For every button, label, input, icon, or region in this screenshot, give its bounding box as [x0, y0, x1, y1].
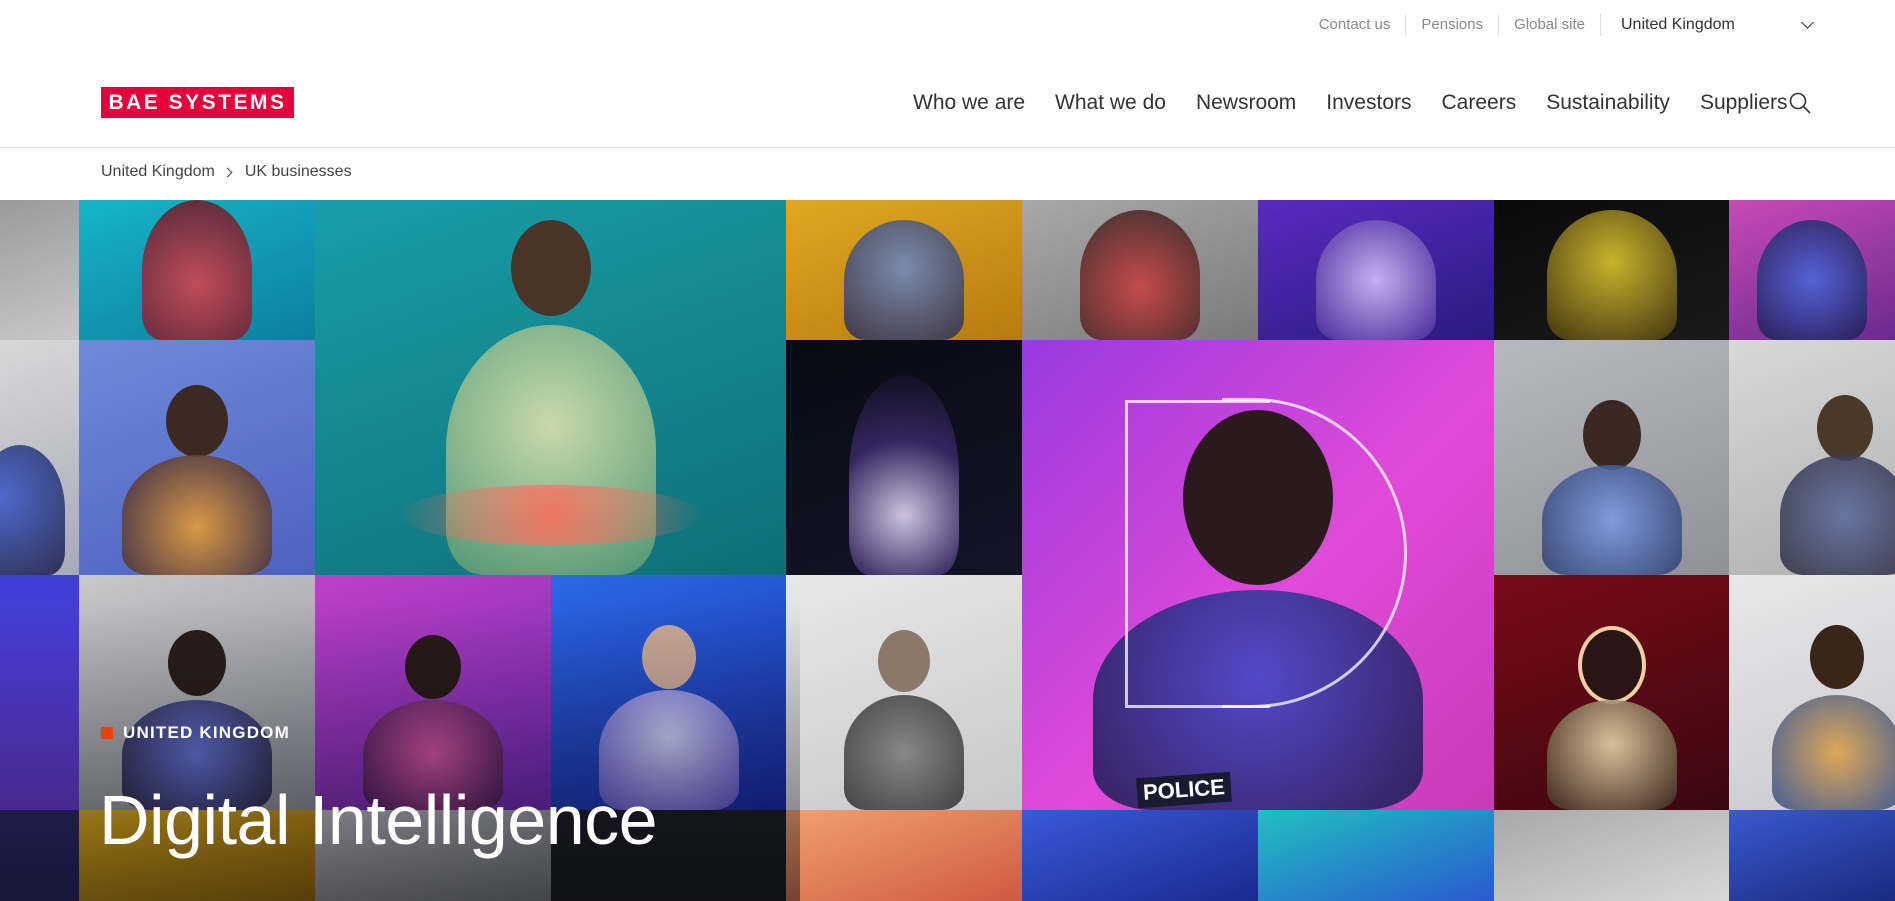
mosaic-tile — [786, 340, 1022, 575]
mosaic-tile — [1494, 575, 1729, 810]
mosaic-tile — [1494, 810, 1729, 901]
mosaic-tile — [79, 340, 315, 575]
chevron-right-icon — [222, 167, 233, 177]
bae-systems-logo[interactable]: BAE SYSTEMS — [101, 87, 294, 118]
mosaic-tile — [0, 575, 79, 810]
nav-item-careers[interactable]: Careers — [1442, 91, 1517, 115]
hero-eyebrow: UNITED KINGDOM — [101, 723, 290, 743]
global-site-link[interactable]: Global site — [1498, 15, 1600, 35]
region-select[interactable]: United Kingdom — [1600, 14, 1815, 36]
mosaic-tile — [315, 575, 551, 810]
mosaic-tile — [1494, 340, 1729, 575]
mosaic-tile — [1729, 200, 1895, 340]
mosaic-tile — [1258, 810, 1494, 901]
breadcrumb-uk-businesses[interactable]: UK businesses — [245, 163, 352, 181]
utility-links: Contact us Pensions Global site — [1304, 15, 1600, 35]
breadcrumb-united-kingdom[interactable]: United Kingdom — [101, 163, 215, 181]
eyebrow-marker-icon — [101, 727, 113, 739]
main-nav: Who we are What we do Newsroom Investors… — [913, 88, 1788, 118]
pensions-link[interactable]: Pensions — [1405, 15, 1498, 35]
mosaic-tile — [786, 200, 1022, 340]
mosaic-tile — [0, 810, 79, 901]
hero-banner: POLICE UNITED KINGDOM Digital Intelligen… — [0, 200, 1895, 901]
mosaic-tile — [1729, 575, 1895, 810]
mosaic-tile — [1494, 200, 1729, 340]
mosaic-tile — [786, 810, 1022, 901]
mosaic-tile — [315, 200, 786, 575]
header-divider — [0, 147, 1895, 148]
nav-item-what-we-do[interactable]: What we do — [1055, 91, 1166, 115]
mosaic-tile — [1729, 810, 1895, 901]
hero-eyebrow-label: UNITED KINGDOM — [123, 723, 290, 742]
search-button[interactable] — [1788, 91, 1812, 115]
mosaic-tile — [1258, 200, 1494, 340]
mosaic-tile: POLICE — [1022, 340, 1494, 810]
region-select-value: United Kingdom — [1621, 16, 1735, 33]
page-title: Digital Intelligence — [99, 781, 658, 859]
breadcrumb: United Kingdom UK businesses — [101, 163, 352, 181]
mosaic-tile — [1729, 340, 1895, 575]
contact-us-link[interactable]: Contact us — [1304, 15, 1406, 35]
mosaic-tile — [79, 200, 315, 340]
mosaic-tile — [79, 575, 315, 810]
mosaic-tile — [786, 575, 1022, 810]
chevron-down-icon — [1801, 16, 1814, 29]
nav-item-investors[interactable]: Investors — [1326, 91, 1411, 115]
mosaic-tile — [0, 340, 79, 575]
utility-bar: Contact us Pensions Global site United K… — [0, 0, 1895, 50]
mosaic-tile — [0, 200, 79, 340]
mosaic-tile — [1022, 810, 1258, 901]
nav-item-sustainability[interactable]: Sustainability — [1546, 91, 1670, 115]
nav-item-newsroom[interactable]: Newsroom — [1196, 91, 1296, 115]
nav-item-who-we-are[interactable]: Who we are — [913, 91, 1025, 115]
mosaic-tile — [1022, 200, 1258, 340]
nav-item-suppliers[interactable]: Suppliers — [1700, 91, 1788, 115]
mosaic-tile — [551, 575, 786, 810]
search-icon — [1789, 92, 1811, 114]
